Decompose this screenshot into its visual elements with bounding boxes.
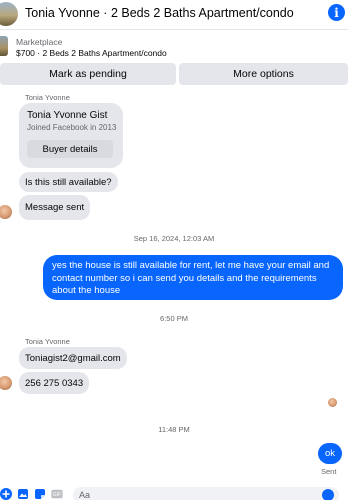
svg-text:GIF: GIF xyxy=(53,492,62,498)
contact-avatar-small[interactable] xyxy=(0,376,12,390)
message-timestamp: Sep 16, 2024, 12:03 AM xyxy=(133,234,215,243)
message-bubble[interactable]: Message sent xyxy=(19,195,91,220)
outgoing-message-bubble[interactable]: ok xyxy=(318,443,342,464)
sender-name: Tonia Yvonne xyxy=(25,93,70,102)
conversation-header: Tonia Yvonne · 2 Beds 2 Baths Apartment/… xyxy=(0,0,348,30)
gif-icon[interactable]: GIF xyxy=(51,488,63,500)
message-bubble[interactable]: 256 275 0343 xyxy=(19,372,90,394)
profile-card: Tonia Yvonne Gist Joined Facebook in 201… xyxy=(19,103,123,168)
sticker-icon[interactable] xyxy=(34,488,46,500)
message-composer: GIF Aa xyxy=(0,485,348,500)
profile-card-name: Tonia Yvonne Gist xyxy=(27,110,108,121)
sent-status: Sent xyxy=(321,467,337,476)
info-icon[interactable]: i xyxy=(328,4,345,21)
message-timestamp: 11:48 PM xyxy=(158,425,190,434)
sender-name: Tonia Yvonne xyxy=(25,337,70,346)
listing-thumbnail[interactable] xyxy=(0,36,8,56)
mark-as-pending-button[interactable]: Mark as pending xyxy=(0,63,176,85)
profile-card-joined: Joined Facebook in 2013 xyxy=(27,123,117,132)
listing-price-detail: $700 · 2 Beds 2 Baths Apartment/condo xyxy=(16,48,167,58)
contact-avatar-small[interactable] xyxy=(0,205,12,219)
image-icon[interactable] xyxy=(17,488,29,500)
more-options-button[interactable]: More options xyxy=(179,63,348,85)
listing-actions: Mark as pending More options xyxy=(0,63,348,85)
conversation-title[interactable]: Tonia Yvonne · 2 Beds 2 Baths Apartment/… xyxy=(25,6,294,20)
message-input[interactable]: Aa xyxy=(73,487,339,500)
message-bubble[interactable]: Toniagist2@gmail.com xyxy=(19,347,127,369)
plus-icon[interactable] xyxy=(0,488,12,500)
emoji-icon[interactable] xyxy=(322,489,334,500)
message-bubble[interactable]: Is this still available? xyxy=(19,172,118,192)
outgoing-message-bubble[interactable]: yes the house is still available for ren… xyxy=(43,255,343,300)
listing-source-label: Marketplace xyxy=(16,37,63,47)
message-timestamp: 6:50 PM xyxy=(160,314,188,323)
read-receipt-avatar xyxy=(328,398,337,407)
buyer-details-button[interactable]: Buyer details xyxy=(27,140,113,158)
contact-avatar[interactable] xyxy=(0,2,18,26)
listing-summary[interactable]: Marketplace $700 · 2 Beds 2 Baths Apartm… xyxy=(0,33,348,61)
